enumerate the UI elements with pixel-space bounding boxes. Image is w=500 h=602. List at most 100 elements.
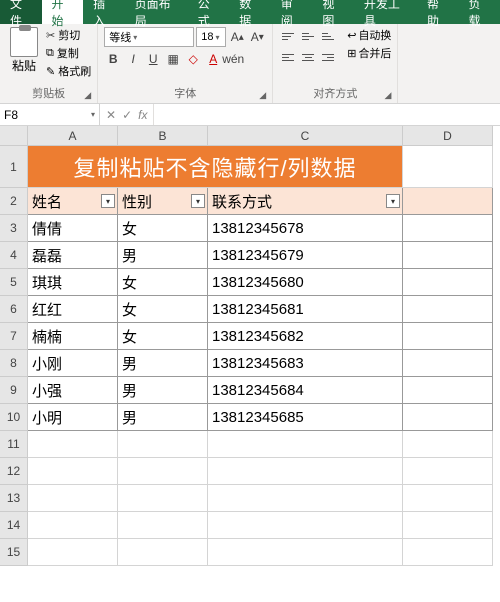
cell[interactable]: 小强 [28, 377, 118, 404]
row-header[interactable]: 15 [0, 539, 28, 566]
border-button[interactable]: ▦ [164, 50, 182, 68]
cell[interactable] [118, 512, 208, 539]
row-header[interactable]: 11 [0, 431, 28, 458]
cell[interactable]: 女 [118, 269, 208, 296]
wrap-text-button[interactable]: ↩自动换 [347, 27, 391, 43]
align-middle-button[interactable] [299, 27, 317, 45]
column-header[interactable]: D [403, 126, 493, 146]
cut-button[interactable]: ✂剪切 [46, 27, 91, 43]
row-header[interactable]: 8 [0, 350, 28, 377]
cell[interactable]: 磊磊 [28, 242, 118, 269]
cell[interactable] [208, 431, 403, 458]
cell[interactable]: 13812345681 [208, 296, 403, 323]
tab-formulas[interactable]: 公式 [188, 0, 230, 24]
align-right-button[interactable] [319, 48, 337, 66]
row-header[interactable]: 9 [0, 377, 28, 404]
font-name-select[interactable]: 等线▾ [104, 27, 194, 47]
tab-file[interactable]: 文件 [0, 0, 42, 24]
header-cell-name[interactable]: 姓名▾ [28, 188, 118, 215]
cell[interactable] [403, 512, 493, 539]
cell[interactable] [403, 215, 493, 242]
tab-help[interactable]: 帮助 [417, 0, 459, 24]
row-header[interactable]: 7 [0, 323, 28, 350]
column-header[interactable]: B [118, 126, 208, 146]
phonetic-button[interactable]: wén [224, 50, 242, 68]
name-box[interactable]: F8▾ [0, 104, 100, 125]
cell[interactable] [208, 539, 403, 566]
tab-view[interactable]: 视图 [312, 0, 354, 24]
cell[interactable] [403, 458, 493, 485]
cell[interactable]: 楠楠 [28, 323, 118, 350]
header-cell-contact[interactable]: 联系方式▾ [208, 188, 403, 215]
title-cell[interactable]: 复制粘贴不含隐藏行/列数据 [28, 146, 403, 188]
cell[interactable] [118, 431, 208, 458]
formula-input[interactable] [154, 104, 500, 125]
decrease-font-button[interactable]: A▾ [248, 28, 266, 46]
cell[interactable]: 13812345685 [208, 404, 403, 431]
copy-button[interactable]: ⧉复制 [46, 45, 91, 61]
tab-review[interactable]: 审阅 [271, 0, 313, 24]
cell[interactable] [28, 485, 118, 512]
increase-font-button[interactable]: A▴ [228, 28, 246, 46]
cell[interactable] [403, 269, 493, 296]
tab-developer[interactable]: 开发工具 [354, 0, 417, 24]
row-header[interactable]: 6 [0, 296, 28, 323]
paste-button[interactable]: 粘贴 [6, 27, 42, 74]
tab-home[interactable]: 开始 [42, 0, 84, 24]
cell[interactable]: 男 [118, 350, 208, 377]
confirm-formula-icon[interactable]: ✓ [122, 108, 132, 122]
cell[interactable] [403, 539, 493, 566]
cell[interactable] [118, 485, 208, 512]
fill-color-button[interactable]: ◇ [184, 50, 202, 68]
cell[interactable]: 小明 [28, 404, 118, 431]
align-center-button[interactable] [299, 48, 317, 66]
cell[interactable]: 13812345678 [208, 215, 403, 242]
format-painter-button[interactable]: ✎格式刷 [46, 63, 91, 79]
cell[interactable] [403, 350, 493, 377]
header-cell-gender[interactable]: 性别▾ [118, 188, 208, 215]
italic-button[interactable]: I [124, 50, 142, 68]
cancel-formula-icon[interactable]: ✕ [106, 108, 116, 122]
cell[interactable] [403, 242, 493, 269]
filter-icon[interactable]: ▾ [191, 194, 205, 208]
cell[interactable]: 13812345680 [208, 269, 403, 296]
tab-page-layout[interactable]: 页面布局 [125, 0, 188, 24]
cell[interactable] [28, 539, 118, 566]
row-header[interactable]: 2 [0, 188, 28, 215]
cell[interactable] [403, 404, 493, 431]
cell[interactable] [403, 485, 493, 512]
row-header[interactable]: 4 [0, 242, 28, 269]
bold-button[interactable]: B [104, 50, 122, 68]
clipboard-launcher-icon[interactable]: ◢ [84, 90, 91, 101]
cell[interactable]: 琪琪 [28, 269, 118, 296]
column-header[interactable]: C [208, 126, 403, 146]
align-left-button[interactable] [279, 48, 297, 66]
cell[interactable]: 红红 [28, 296, 118, 323]
align-top-button[interactable] [279, 27, 297, 45]
align-bottom-button[interactable] [319, 27, 337, 45]
cell[interactable]: 倩倩 [28, 215, 118, 242]
tab-data[interactable]: 数据 [229, 0, 271, 24]
cell[interactable]: 女 [118, 296, 208, 323]
cell[interactable]: 男 [118, 377, 208, 404]
fx-icon[interactable]: fx [138, 108, 147, 122]
cell[interactable] [403, 296, 493, 323]
row-header[interactable]: 1 [0, 146, 28, 188]
cell[interactable] [403, 146, 493, 188]
cell[interactable]: 13812345683 [208, 350, 403, 377]
cell[interactable]: 男 [118, 242, 208, 269]
filter-icon[interactable]: ▾ [101, 194, 115, 208]
cell[interactable]: 女 [118, 323, 208, 350]
underline-button[interactable]: U [144, 50, 162, 68]
column-header[interactable]: A [28, 126, 118, 146]
cell[interactable] [28, 431, 118, 458]
cell[interactable] [403, 377, 493, 404]
merge-button[interactable]: ⊞合并后 [347, 45, 391, 61]
tab-insert[interactable]: 插入 [83, 0, 125, 24]
font-launcher-icon[interactable]: ◢ [259, 90, 266, 101]
cell[interactable] [208, 512, 403, 539]
cell[interactable]: 女 [118, 215, 208, 242]
cell[interactable] [118, 539, 208, 566]
font-color-button[interactable]: A [204, 50, 222, 68]
select-all-corner[interactable] [0, 126, 28, 146]
